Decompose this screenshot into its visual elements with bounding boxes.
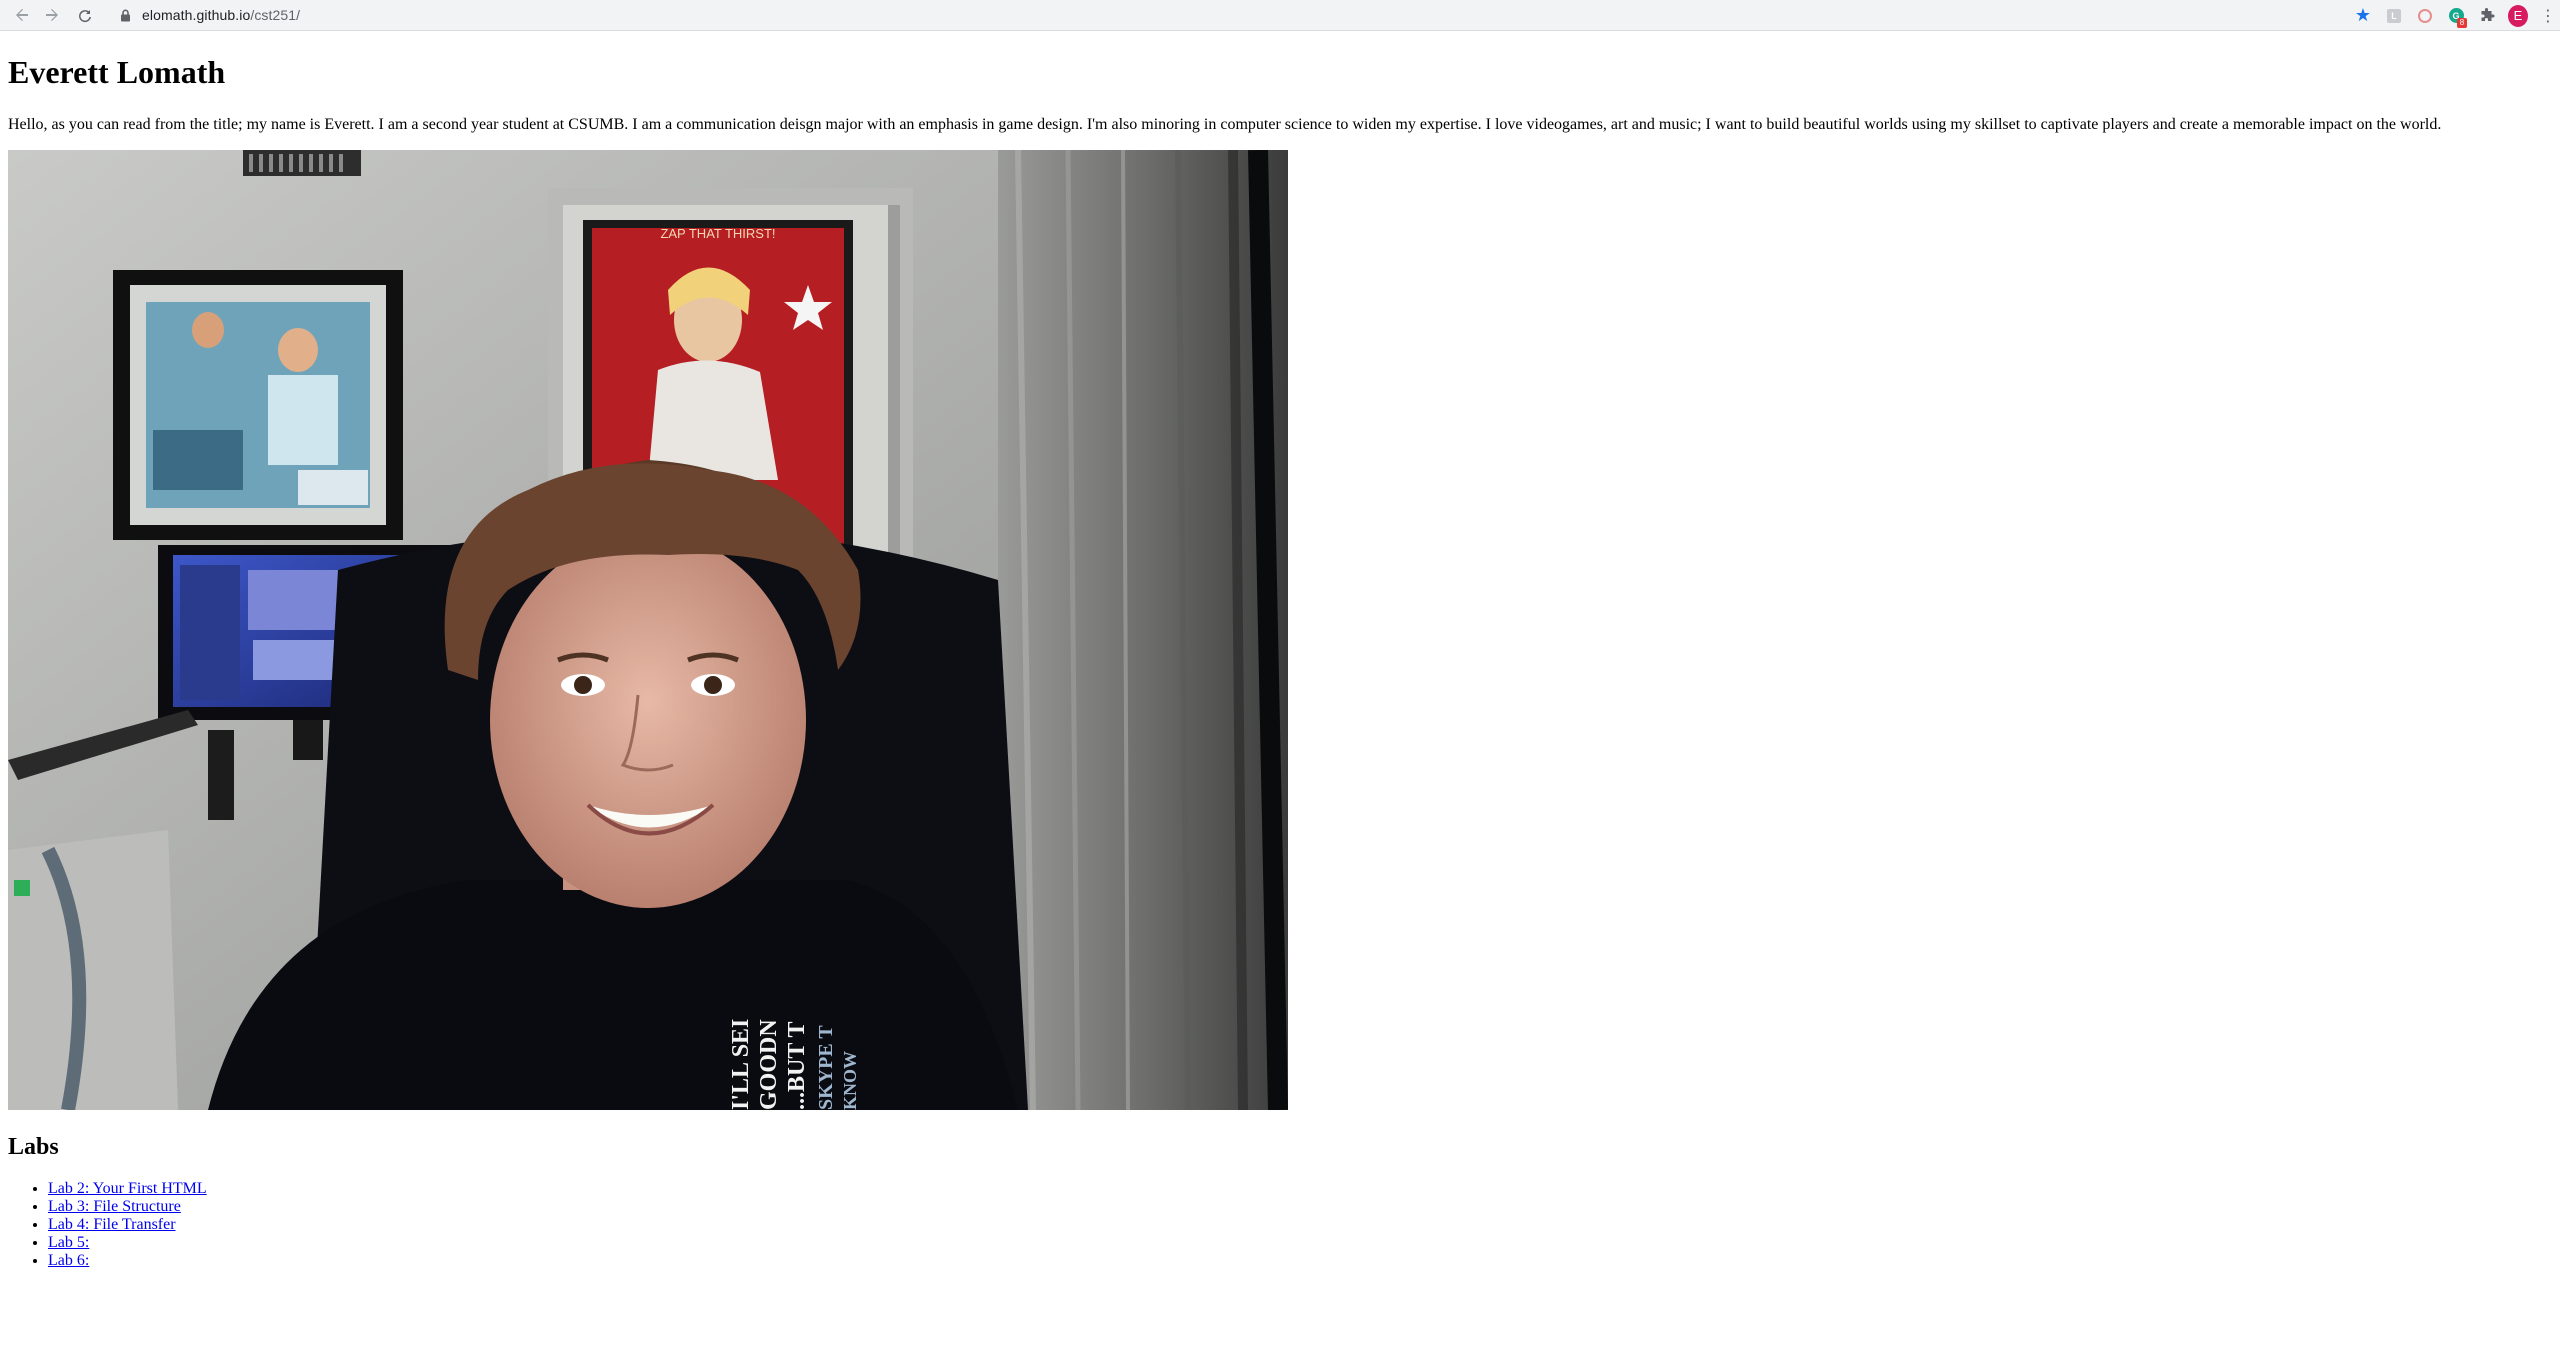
picture-frame: [113, 270, 403, 540]
list-item: Lab 3: File Structure: [48, 1198, 2552, 1216]
kebab-menu-icon[interactable]: ⋮: [2540, 7, 2556, 24]
browser-toolbar: elomath.github.io/cst251/ ★ L G 8 E ⋮: [0, 0, 2560, 31]
lab-4-link[interactable]: Lab 4: File Transfer: [48, 1216, 176, 1233]
page-body: Everett Lomath Hello, as you can read fr…: [8, 33, 2552, 1270]
url-path: /cst251/: [250, 7, 301, 23]
puzzle-icon[interactable]: [2477, 6, 2497, 26]
lab-6-link[interactable]: Lab 6:: [48, 1252, 89, 1269]
profile-photo: ZAP THAT THIRST! I'LL SEI GOODN ...BUT T…: [8, 150, 1288, 1110]
labs-heading: Labs: [8, 1134, 59, 1160]
extension-button-2[interactable]: [2415, 6, 2435, 26]
poster-text: ZAP THAT THIRST!: [660, 226, 775, 241]
shirt-line-2: GOODN: [756, 1019, 782, 1110]
curtain: [998, 150, 1288, 1110]
address-bar[interactable]: elomath.github.io/cst251/: [110, 3, 2365, 27]
extension-badge: 8: [2457, 17, 2467, 28]
lab-2-link[interactable]: Lab 2: Your First HTML: [48, 1180, 207, 1197]
labs-list: Lab 2: Your First HTML Lab 3: File Struc…: [8, 1180, 2552, 1270]
record-icon: [2418, 8, 2432, 23]
extension-button-3[interactable]: G 8: [2446, 6, 2467, 28]
arrow-right-icon: [46, 9, 58, 21]
shirt-line-4: SKYPE T: [815, 1025, 837, 1110]
list-item: Lab 4: File Transfer: [48, 1216, 2552, 1234]
avatar: E: [2508, 4, 2528, 27]
extension-bar: ★ L G 8 E ⋮: [2342, 0, 2560, 31]
back-button[interactable]: [12, 5, 32, 25]
lock-icon: [118, 8, 132, 22]
reload-button[interactable]: [75, 5, 95, 25]
list-item: Lab 5:: [48, 1234, 2552, 1252]
air-vent: [243, 150, 361, 176]
reload-icon: [79, 10, 91, 23]
url-host: elomath.github.io: [142, 7, 251, 23]
profile-photo-illustration: ZAP THAT THIRST! I'LL SEI GOODN ...BUT T…: [8, 150, 1288, 1110]
intro-paragraph: Hello, as you can read from the title; m…: [8, 116, 2442, 133]
list-item: Lab 2: Your First HTML: [48, 1180, 2552, 1198]
shirt-line-1: I'LL SEI: [728, 1019, 754, 1110]
lab-5-link[interactable]: Lab 5:: [48, 1234, 89, 1251]
profile-button[interactable]: E: [2508, 4, 2528, 27]
list-item: Lab 6:: [48, 1252, 2552, 1270]
url-text[interactable]: elomath.github.io/cst251/: [142, 7, 300, 23]
extension-box-icon: L: [2387, 8, 2401, 23]
extension-button-1[interactable]: L: [2384, 6, 2404, 26]
bookmark-star-icon[interactable]: ★: [2353, 5, 2373, 26]
page-title: Everett Lomath: [8, 54, 226, 90]
shirt-line-5: KNOW: [840, 1051, 860, 1110]
shirt-line-3: ...BUT T: [784, 1022, 810, 1111]
arrow-left-icon: [16, 9, 28, 21]
forward-button[interactable]: [42, 5, 62, 25]
lab-3-link[interactable]: Lab 3: File Structure: [48, 1198, 181, 1215]
